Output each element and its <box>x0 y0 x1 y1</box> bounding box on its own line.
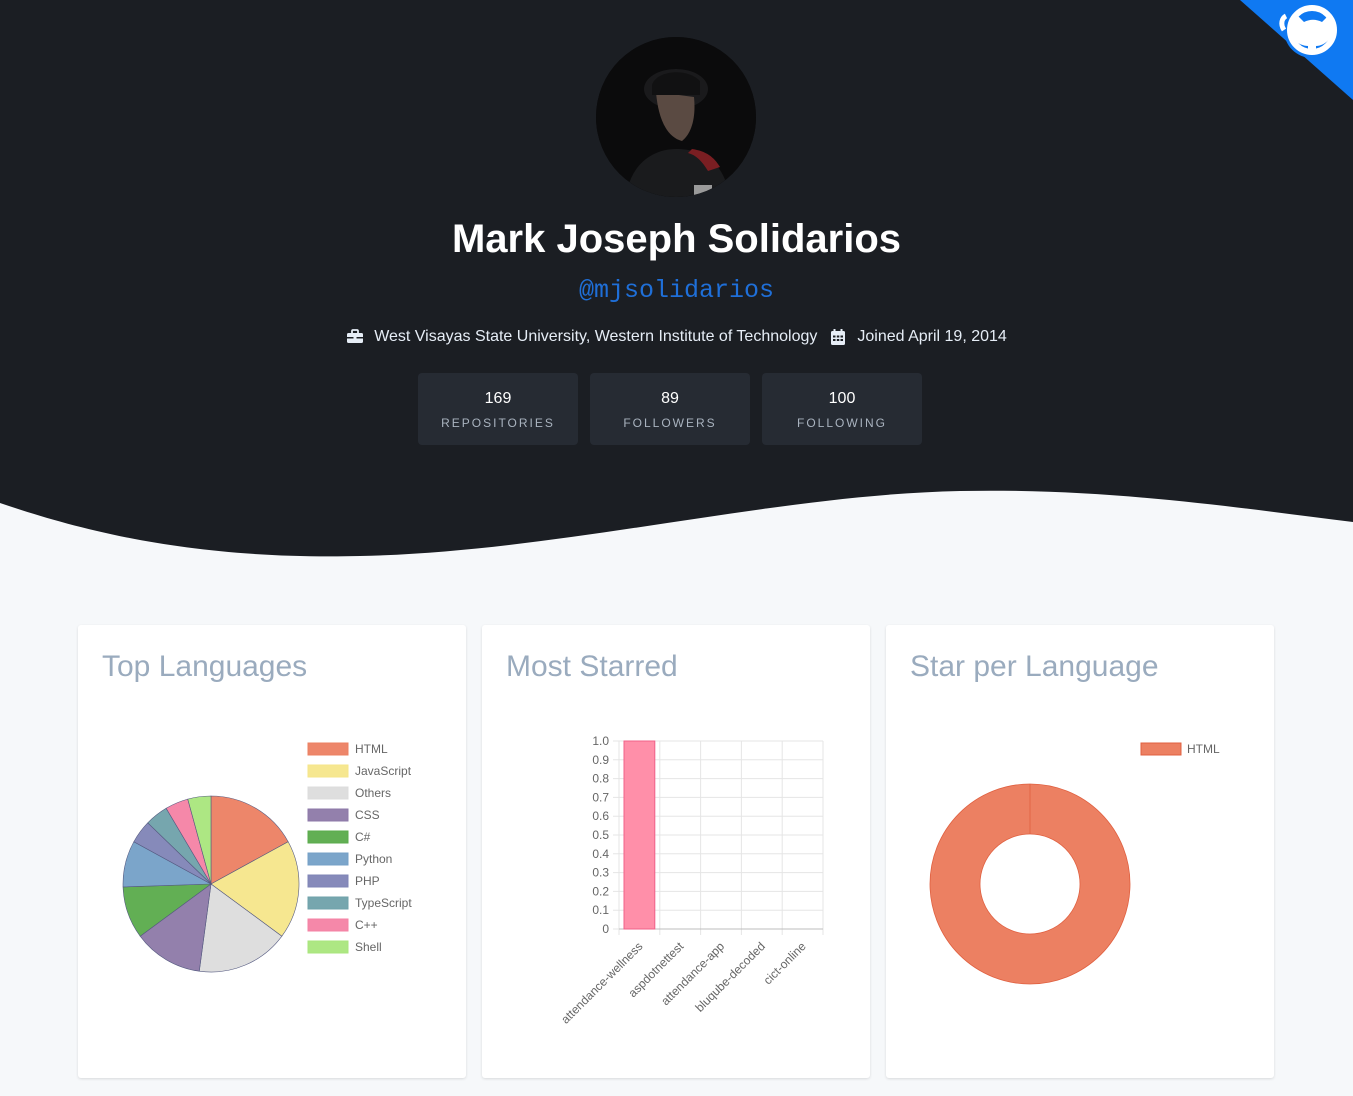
stat-following[interactable]: 100 Following <box>762 373 922 445</box>
joined-text: Joined April 19, 2014 <box>857 328 1007 345</box>
card-title: Most Starred <box>506 650 678 683</box>
profile-handle-link[interactable]: @mjsolidarios <box>0 275 1353 307</box>
stat-label: Followers <box>623 416 717 430</box>
legend-label-javascript: JavaScript <box>355 764 412 778</box>
join-date: Joined April 19, 2014 <box>829 328 1007 346</box>
legend-swatch-c <box>307 918 349 932</box>
legend-label-css: CSS <box>355 808 380 822</box>
stat-value: 100 <box>828 390 856 407</box>
profile-header: Mark Joseph Solidarios @mjsolidarios Wes… <box>0 0 1353 560</box>
briefcase-icon <box>347 329 364 343</box>
stats-row: 169 Repositories 89 Followers 100 Follow… <box>418 373 922 445</box>
x-tick-label-cict-online: cict-online <box>761 939 809 987</box>
profile-name: Mark Joseph Solidarios <box>451 217 902 261</box>
stat-followers[interactable]: 89 Followers <box>590 373 750 445</box>
legend-label-c: C# <box>355 830 371 844</box>
legend-label-python: Python <box>355 852 392 866</box>
organization: West Visayas State University, Western I… <box>346 328 817 346</box>
legend-swatch-typescript <box>307 896 349 910</box>
star-per-language-chart: HTML <box>929 742 1220 985</box>
y-tick-label: 0.2 <box>592 884 609 898</box>
y-tick-label: 0.3 <box>592 866 609 880</box>
y-tick-label: 0.5 <box>592 828 609 842</box>
calendar-icon <box>831 329 846 345</box>
card-title: Top Languages <box>102 650 308 683</box>
legend-label-shell: Shell <box>355 940 382 954</box>
doughnut-inner-edge <box>979 833 1081 935</box>
stat-value: 169 <box>484 390 512 407</box>
legend-swatch-python <box>307 852 349 866</box>
y-tick-label: 0.9 <box>592 753 609 767</box>
most-starred-card: 0 0.1 0.2 0.3 0.4 0.5 0.6 0.7 0.8 0.9 1.0 attendanc… <box>482 625 870 1078</box>
stat-label: Following <box>796 416 887 430</box>
legend-label-html: HTML <box>1187 742 1220 756</box>
y-tick-label: 0.6 <box>592 809 609 823</box>
stat-repositories[interactable]: 169 Repositories <box>418 373 578 445</box>
github-corner-link[interactable] <box>1240 0 1353 100</box>
legend-label-others: Others <box>355 786 391 800</box>
organization-text: West Visayas State University, Western I… <box>374 328 818 345</box>
legend-label-php: PHP <box>355 874 380 888</box>
top-languages-card: HTML JavaScript Others CSS C# Python PHP TypeSc… <box>78 625 466 1078</box>
legend-swatch-php <box>307 874 349 888</box>
legend-label-c: C++ <box>355 918 378 932</box>
x-tick-label-bluqube-decoded: bluqube-decoded <box>692 939 767 1014</box>
profile-meta: West Visayas State University, Western I… <box>0 326 1353 348</box>
star-per-language-card: HTML Star per Language <box>886 625 1274 1078</box>
y-tick-label: 0.8 <box>592 772 609 786</box>
legend-label-html: HTML <box>355 742 388 756</box>
stat-value: 89 <box>661 390 679 407</box>
legend-swatch-others <box>307 786 349 800</box>
bar-attendance-wellness <box>623 740 656 930</box>
legend-swatch-css <box>307 808 349 822</box>
y-tick-label: 0.1 <box>592 903 609 917</box>
y-tick-label: 1.0 <box>592 734 609 748</box>
legend-swatch-c <box>307 830 349 844</box>
y-tick-label: 0.7 <box>592 790 609 804</box>
avatar-photo <box>596 37 756 197</box>
legend-swatch-html <box>1140 742 1182 756</box>
stat-label: Repositories <box>441 416 555 430</box>
avatar <box>596 37 756 197</box>
legend-swatch-html <box>307 742 349 756</box>
card-title: Star per Language <box>910 650 1159 683</box>
most-starred-chart: 00.10.20.30.40.50.60.70.80.91.0attendanc… <box>558 734 824 1026</box>
legend-swatch-javascript <box>307 764 349 778</box>
y-tick-label: 0.4 <box>592 847 609 861</box>
legend-swatch-shell <box>307 940 349 954</box>
y-tick-label: 0 <box>602 922 609 936</box>
legend-label-typescript: TypeScript <box>355 896 412 910</box>
octocat-icon <box>1240 0 1353 100</box>
top-languages-chart: HTML JavaScript Others CSS C# Python PHP TypeSc… <box>122 742 412 973</box>
